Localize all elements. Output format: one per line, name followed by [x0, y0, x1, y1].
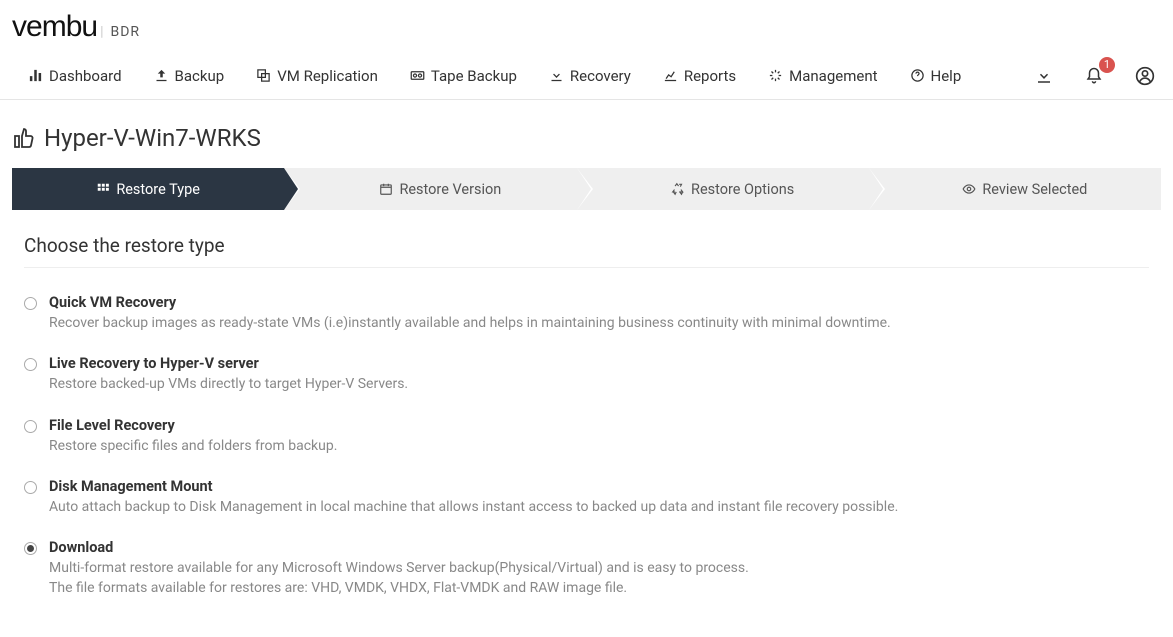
management-icon	[768, 68, 783, 83]
download-button[interactable]	[1029, 61, 1059, 91]
notification-badge: 1	[1099, 57, 1115, 73]
option-title: Live Recovery to Hyper-V server	[49, 355, 1149, 372]
nav-label: Recovery	[570, 67, 631, 85]
page-title-text: Hyper-V-Win7-WRKS	[44, 124, 261, 152]
option-quick-vm-recovery[interactable]: Quick VM Recovery Recover backup images …	[24, 286, 1149, 347]
option-title: Disk Management Mount	[49, 478, 1149, 495]
brand-divider: |	[100, 24, 103, 40]
nav-tape-backup[interactable]: Tape Backup	[394, 52, 533, 99]
nav-label: Management	[789, 67, 877, 85]
section-heading: Choose the restore type	[24, 234, 1149, 268]
option-disk-mgmt[interactable]: Disk Management Mount Auto attach backup…	[24, 470, 1149, 531]
option-desc: Recover backup images as ready-state VMs…	[49, 313, 1149, 333]
wizard-label: Review Selected	[982, 181, 1087, 198]
option-desc: Restore specific files and folders from …	[49, 436, 1149, 456]
brand-sub: BDR	[110, 24, 140, 40]
radio-live-recovery[interactable]	[24, 358, 37, 371]
nav-management[interactable]: Management	[752, 52, 893, 99]
radio-quick-vm[interactable]	[24, 297, 37, 310]
user-icon	[1135, 66, 1155, 86]
radio-download[interactable]	[24, 542, 37, 555]
wizard-label: Restore Type	[116, 181, 200, 198]
option-file-level[interactable]: File Level Recovery Restore specific fil…	[24, 409, 1149, 470]
page-title: Hyper-V-Win7-WRKS	[0, 100, 1173, 168]
user-menu-button[interactable]	[1129, 60, 1161, 92]
nav-label: Reports	[684, 67, 736, 85]
wizard-step-restore-options[interactable]: Restore Options	[577, 168, 869, 210]
chart-icon	[663, 68, 678, 83]
option-desc: Restore backed-up VMs directly to target…	[49, 374, 1149, 394]
nav-label: Tape Backup	[431, 67, 517, 85]
option-download[interactable]: Download Multi-format restore available …	[24, 531, 1149, 613]
nav-backup[interactable]: Backup	[138, 52, 241, 99]
wizard-step-restore-version[interactable]: Restore Version	[284, 168, 576, 210]
option-live-recovery[interactable]: Live Recovery to Hyper-V server Restore …	[24, 347, 1149, 408]
nav-label: VM Replication	[277, 67, 378, 85]
help-icon	[910, 68, 925, 83]
option-desc: Auto attach backup to Disk Management in…	[49, 497, 1149, 517]
eye-icon	[962, 182, 976, 196]
wizard-label: Restore Options	[691, 181, 794, 198]
wizard-steps: Restore Type Restore Version Restore Opt…	[12, 168, 1161, 210]
wizard-label: Restore Version	[399, 181, 501, 198]
tape-icon	[410, 68, 425, 83]
calendar-icon	[379, 182, 393, 196]
top-nav: Dashboard Backup VM Replication Tape Bac…	[0, 52, 1173, 100]
grid-icon	[96, 182, 110, 196]
option-desc: Multi-format restore available for any M…	[49, 558, 1149, 599]
wizard-step-review-selected[interactable]: Review Selected	[869, 168, 1161, 210]
replication-icon	[256, 68, 271, 83]
nav-label: Help	[931, 67, 962, 85]
option-title: Download	[49, 539, 1149, 556]
restore-type-section: Choose the restore type Quick VM Recover…	[0, 234, 1173, 637]
nav-reports[interactable]: Reports	[647, 52, 752, 99]
thumbs-up-icon	[12, 126, 36, 150]
upload-icon	[154, 68, 169, 83]
brand-logo: vembu | BDR	[0, 0, 1173, 52]
nav-label: Backup	[175, 67, 225, 85]
nav-vm-replication[interactable]: VM Replication	[240, 52, 394, 99]
nav-label: Dashboard	[49, 67, 122, 85]
recycle-icon	[671, 182, 685, 196]
wizard-step-restore-type[interactable]: Restore Type	[12, 168, 284, 210]
radio-file-level[interactable]	[24, 420, 37, 433]
nav-dashboard[interactable]: Dashboard	[12, 52, 138, 99]
option-title: File Level Recovery	[49, 417, 1149, 434]
radio-disk-mgmt[interactable]	[24, 481, 37, 494]
brand-name: vembu	[12, 10, 97, 44]
dashboard-icon	[28, 68, 43, 83]
notifications-button[interactable]: 1	[1079, 61, 1109, 91]
option-title: Quick VM Recovery	[49, 294, 1149, 311]
nav-recovery[interactable]: Recovery	[533, 52, 647, 99]
download-icon	[549, 68, 564, 83]
download-icon	[1035, 67, 1053, 85]
nav-help[interactable]: Help	[894, 52, 978, 99]
